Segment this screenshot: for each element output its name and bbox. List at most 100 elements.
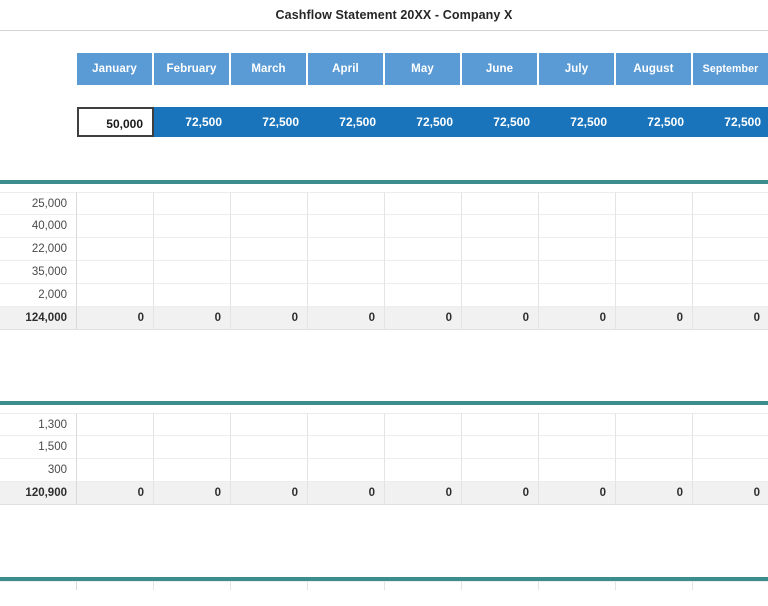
row-value-august[interactable]: [539, 436, 616, 459]
row-value-june[interactable]: [385, 413, 462, 436]
row-value-february[interactable]: [77, 413, 154, 436]
row-value-january[interactable]: 22,000: [0, 238, 77, 261]
column-header-june[interactable]: June: [462, 53, 539, 85]
row-value-january[interactable]: 2,000: [0, 284, 77, 307]
row-value-september[interactable]: [616, 459, 693, 482]
opening-balance-august[interactable]: 72,500: [616, 107, 693, 137]
row-value-august[interactable]: [539, 192, 616, 215]
row-value-january[interactable]: 1,500: [0, 436, 77, 459]
row-value-march[interactable]: [154, 413, 231, 436]
row-value-october[interactable]: [693, 261, 768, 284]
row-value-july[interactable]: [462, 261, 539, 284]
row-value-february[interactable]: [77, 459, 154, 482]
row-value-july[interactable]: [462, 284, 539, 307]
row-value-september[interactable]: [616, 284, 693, 307]
column-header-july[interactable]: July: [539, 53, 616, 85]
row-value-march[interactable]: [154, 215, 231, 238]
row-value-may[interactable]: [308, 215, 385, 238]
row-value-october[interactable]: [693, 436, 768, 459]
row-value-february[interactable]: [77, 215, 154, 238]
opening-balance-july[interactable]: 72,500: [539, 107, 616, 137]
row-value-july[interactable]: [462, 413, 539, 436]
row-value-october[interactable]: [693, 192, 768, 215]
row-value-october[interactable]: [693, 413, 768, 436]
column-header-may[interactable]: May: [385, 53, 462, 85]
row-value-january[interactable]: 300: [0, 459, 77, 482]
row-value-april[interactable]: [231, 192, 308, 215]
row-value-february[interactable]: [77, 436, 154, 459]
row-value-april[interactable]: [231, 284, 308, 307]
row-value-may[interactable]: [308, 413, 385, 436]
row-value-june[interactable]: [385, 436, 462, 459]
column-header-april[interactable]: April: [308, 53, 385, 85]
row-value-january[interactable]: 40,000: [0, 215, 77, 238]
row-value-may[interactable]: [308, 581, 385, 590]
column-header-january[interactable]: January: [77, 53, 154, 85]
row-value-march[interactable]: [154, 192, 231, 215]
row-value-march[interactable]: [154, 261, 231, 284]
row-value-april[interactable]: [231, 261, 308, 284]
row-value-may[interactable]: [308, 459, 385, 482]
row-value-september[interactable]: [616, 192, 693, 215]
row-value-april[interactable]: [231, 215, 308, 238]
row-value-july[interactable]: [462, 215, 539, 238]
column-header-february[interactable]: February: [154, 53, 231, 85]
row-value-january[interactable]: 35,000: [0, 261, 77, 284]
row-value-april[interactable]: [231, 238, 308, 261]
row-value-march[interactable]: [154, 581, 231, 590]
row-value-september[interactable]: [616, 413, 693, 436]
row-value-june[interactable]: [385, 261, 462, 284]
row-value-february[interactable]: [77, 261, 154, 284]
row-value-october[interactable]: [693, 459, 768, 482]
row-value-february[interactable]: [77, 192, 154, 215]
row-value-october[interactable]: [693, 284, 768, 307]
row-value-april[interactable]: [231, 413, 308, 436]
row-value-august[interactable]: [539, 413, 616, 436]
opening-balance-february[interactable]: 72,500: [154, 107, 231, 137]
row-value-march[interactable]: [154, 284, 231, 307]
row-value-august[interactable]: [539, 215, 616, 238]
row-value-march[interactable]: [154, 459, 231, 482]
column-header-august[interactable]: August: [616, 53, 693, 85]
row-value-june[interactable]: [385, 284, 462, 307]
row-value-august[interactable]: [539, 261, 616, 284]
row-value-august[interactable]: [539, 459, 616, 482]
opening-balance-april[interactable]: 72,500: [308, 107, 385, 137]
row-value-march[interactable]: [154, 436, 231, 459]
row-value-september[interactable]: [616, 581, 693, 590]
row-value-august[interactable]: [539, 581, 616, 590]
opening-balance-may[interactable]: 72,500: [385, 107, 462, 137]
row-value-july[interactable]: [462, 581, 539, 590]
column-header-september[interactable]: September: [693, 53, 768, 85]
row-value-june[interactable]: [385, 215, 462, 238]
row-value-july[interactable]: [462, 238, 539, 261]
row-value-march[interactable]: [154, 238, 231, 261]
row-value-april[interactable]: [231, 581, 308, 590]
row-value-october[interactable]: [693, 581, 768, 590]
row-value-september[interactable]: [616, 261, 693, 284]
row-value-october[interactable]: [693, 238, 768, 261]
row-value-may[interactable]: [308, 284, 385, 307]
row-value-october[interactable]: [693, 215, 768, 238]
row-value-january[interactable]: 1,300: [0, 413, 77, 436]
row-value-april[interactable]: [231, 459, 308, 482]
row-value-september[interactable]: [616, 436, 693, 459]
row-value-august[interactable]: [539, 238, 616, 261]
row-value-may[interactable]: [308, 261, 385, 284]
row-value-july[interactable]: [462, 192, 539, 215]
opening-balance-january-input[interactable]: 50,000: [77, 107, 154, 137]
opening-balance-september[interactable]: 72,500: [693, 107, 768, 137]
row-value-june[interactable]: [385, 192, 462, 215]
row-value-may[interactable]: [308, 436, 385, 459]
row-value-june[interactable]: [385, 581, 462, 590]
opening-balance-june[interactable]: 72,500: [462, 107, 539, 137]
row-value-june[interactable]: [385, 459, 462, 482]
row-value-july[interactable]: [462, 459, 539, 482]
row-value-january[interactable]: [0, 581, 77, 590]
row-value-april[interactable]: [231, 436, 308, 459]
row-value-may[interactable]: [308, 192, 385, 215]
column-header-march[interactable]: March: [231, 53, 308, 85]
row-value-september[interactable]: [616, 238, 693, 261]
row-value-february[interactable]: [77, 581, 154, 590]
row-value-june[interactable]: [385, 238, 462, 261]
